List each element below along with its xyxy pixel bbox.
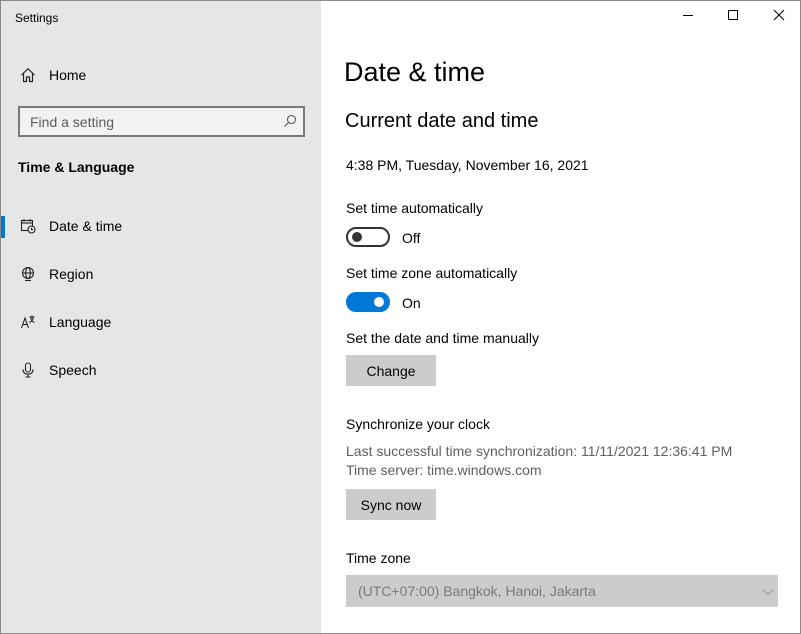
sidebar-item-speech[interactable]: Speech xyxy=(1,350,321,390)
sync-now-button[interactable]: Sync now xyxy=(346,489,436,520)
sidebar-item-label: Speech xyxy=(49,362,97,378)
time-server-text: Time server: time.windows.com xyxy=(346,462,542,478)
timezone-select[interactable]: (UTC+07:00) Bangkok, Hanoi, Jakarta xyxy=(346,575,778,607)
timezone-label: Time zone xyxy=(346,550,411,566)
sidebar-item-label: Language xyxy=(49,314,112,330)
minimize-button[interactable] xyxy=(665,1,711,33)
set-time-auto-toggle[interactable] xyxy=(346,227,390,247)
close-button[interactable] xyxy=(756,1,800,33)
last-sync-text: Last successful time synchronization: 11… xyxy=(346,443,733,459)
sidebar-section-title: Time & Language xyxy=(18,159,135,175)
selection-indicator xyxy=(1,216,5,238)
set-timezone-auto-toggle[interactable] xyxy=(346,292,390,312)
close-icon xyxy=(773,8,785,26)
sidebar-item-region[interactable]: Region xyxy=(1,254,321,294)
sidebar-item-label: Home xyxy=(49,67,87,83)
search-box[interactable] xyxy=(18,106,305,137)
sidebar-item-home[interactable]: Home xyxy=(1,59,321,91)
search-icon[interactable] xyxy=(281,112,299,130)
home-icon xyxy=(18,65,38,85)
sync-heading: Synchronize your clock xyxy=(346,416,490,432)
sidebar-item-label: Date & time xyxy=(49,218,123,234)
date-time-icon xyxy=(18,216,38,236)
page-title: Date & time xyxy=(344,57,486,87)
region-icon xyxy=(18,264,38,284)
maximize-icon xyxy=(727,8,739,26)
chevron-down-icon xyxy=(762,585,774,597)
change-button[interactable]: Change xyxy=(346,355,436,386)
section-heading-current: Current date and time xyxy=(345,110,539,132)
minimize-icon xyxy=(682,8,694,26)
toggle-knob xyxy=(352,232,362,242)
microphone-icon xyxy=(18,360,38,380)
language-icon xyxy=(18,312,38,332)
toggle-knob xyxy=(374,297,384,307)
sidebar-item-label: Region xyxy=(49,266,94,282)
timezone-value: (UTC+07:00) Bangkok, Hanoi, Jakarta xyxy=(358,583,596,599)
sidebar-item-date-time[interactable]: Date & time xyxy=(1,206,321,246)
search-input[interactable] xyxy=(20,108,270,135)
set-timezone-auto-label: Set time zone automatically xyxy=(346,265,518,281)
set-time-auto-label: Set time automatically xyxy=(346,200,483,216)
manual-datetime-label: Set the date and time manually xyxy=(346,330,540,346)
sidebar-item-language[interactable]: Language xyxy=(1,302,321,342)
sidebar: Settings Home Time & Language xyxy=(1,1,321,633)
current-datetime: 4:38 PM, Tuesday, November 16, 2021 xyxy=(346,157,589,173)
maximize-button[interactable] xyxy=(710,1,756,33)
set-time-auto-state: Off xyxy=(402,230,421,246)
settings-window: Settings Home Time & Language xyxy=(0,0,801,634)
set-timezone-auto-state: On xyxy=(402,295,421,311)
app-title: Settings xyxy=(15,11,59,25)
